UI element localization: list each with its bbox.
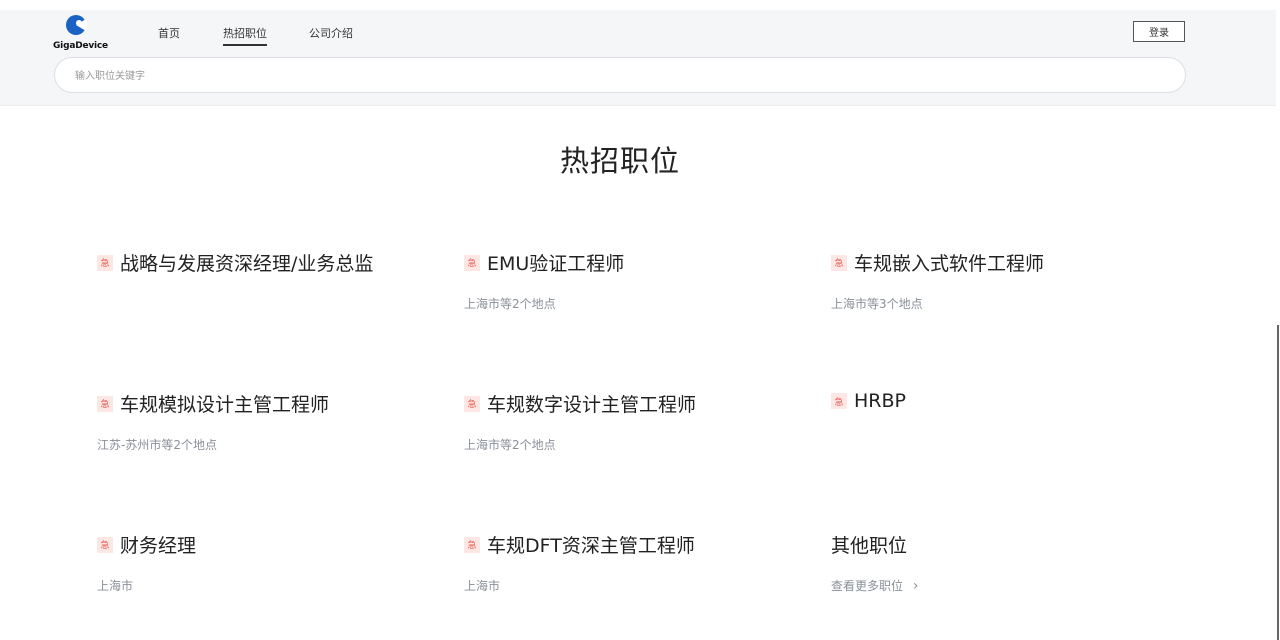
top-header: GigaDevice 首页 热招职位 公司介绍 登录 (0, 10, 1276, 106)
job-card[interactable]: 急 HRBP (831, 390, 1161, 412)
job-card[interactable]: 急 车规DFT资深主管工程师 上海市 (464, 531, 794, 594)
page-title: 热招职位 (559, 144, 680, 178)
job-title[interactable]: HRBP (854, 390, 906, 412)
chevron-right-icon: › (912, 578, 919, 594)
job-location: 上海市 (464, 579, 501, 593)
search-input[interactable] (73, 67, 1167, 85)
search-box[interactable] (54, 57, 1186, 93)
job-title-link[interactable]: 急 车规嵌入式软件工程师 (831, 249, 1161, 276)
job-title-link[interactable]: 急 车规DFT资深主管工程师 (464, 531, 794, 558)
job-location: 上海市等3个地点 (831, 297, 923, 311)
job-card[interactable]: 急 战略与发展资深经理/业务总监 (97, 249, 427, 276)
job-title[interactable]: 财务经理 (120, 531, 196, 558)
other-jobs-title: 其他职位 (831, 535, 908, 557)
job-title[interactable]: 车规DFT资深主管工程师 (487, 531, 695, 558)
job-title-link[interactable]: 急 财务经理 (97, 531, 427, 558)
job-card[interactable]: 急 财务经理 上海市 (97, 531, 427, 594)
job-title[interactable]: 战略与发展资深经理/业务总监 (120, 249, 373, 276)
logo-mark-icon (66, 15, 87, 35)
job-card[interactable]: 急 车规嵌入式软件工程师 上海市等3个地点 (831, 249, 1161, 312)
urgent-badge: 急 (464, 536, 480, 553)
urgent-badge: 急 (97, 254, 113, 271)
job-title[interactable]: 车规数字设计主管工程师 (487, 390, 696, 417)
job-location: 江苏-苏州市等2个地点 (97, 438, 217, 452)
view-more-jobs-link[interactable]: 查看更多职位 › (831, 577, 1161, 594)
job-title[interactable]: 车规模拟设计主管工程师 (120, 390, 329, 417)
job-location: 上海市等2个地点 (464, 438, 556, 452)
page-scrollbar[interactable] (1277, 325, 1279, 640)
job-title[interactable]: EMU验证工程师 (487, 249, 624, 276)
job-title-link[interactable]: 急 车规数字设计主管工程师 (464, 390, 794, 417)
job-location: 上海市等2个地点 (464, 297, 556, 311)
job-title-link[interactable]: 急 HRBP (831, 390, 1161, 412)
view-more-label[interactable]: 查看更多职位 (831, 579, 903, 593)
job-title[interactable]: 车规嵌入式软件工程师 (854, 249, 1044, 276)
nav-home[interactable]: 首页 (158, 25, 180, 41)
urgent-badge: 急 (464, 395, 480, 412)
urgent-badge: 急 (831, 254, 847, 271)
logo-text: GigaDevice (53, 41, 108, 51)
urgent-badge: 急 (97, 536, 113, 553)
job-title-link[interactable]: 急 战略与发展资深经理/业务总监 (97, 249, 427, 276)
job-title-link[interactable]: 急 车规模拟设计主管工程师 (97, 390, 427, 417)
job-title-link[interactable]: 急 EMU验证工程师 (464, 249, 794, 276)
other-jobs-card: 其他职位 查看更多职位 › (831, 531, 1161, 594)
gigadevice-logo[interactable]: GigaDevice (53, 14, 108, 54)
other-jobs-heading: 其他职位 (831, 531, 1161, 558)
urgent-badge: 急 (97, 395, 113, 412)
job-card[interactable]: 急 车规数字设计主管工程师 上海市等2个地点 (464, 390, 794, 453)
urgent-badge: 急 (831, 393, 847, 409)
urgent-badge: 急 (464, 254, 480, 271)
nav-company-intro[interactable]: 公司介绍 (309, 25, 353, 41)
job-location: 上海市 (97, 579, 134, 593)
login-button[interactable]: 登录 (1133, 21, 1185, 42)
nav-hot-jobs[interactable]: 热招职位 (223, 25, 267, 46)
job-card[interactable]: 急 车规模拟设计主管工程师 江苏-苏州市等2个地点 (97, 390, 427, 453)
job-card[interactable]: 急 EMU验证工程师 上海市等2个地点 (464, 249, 794, 312)
